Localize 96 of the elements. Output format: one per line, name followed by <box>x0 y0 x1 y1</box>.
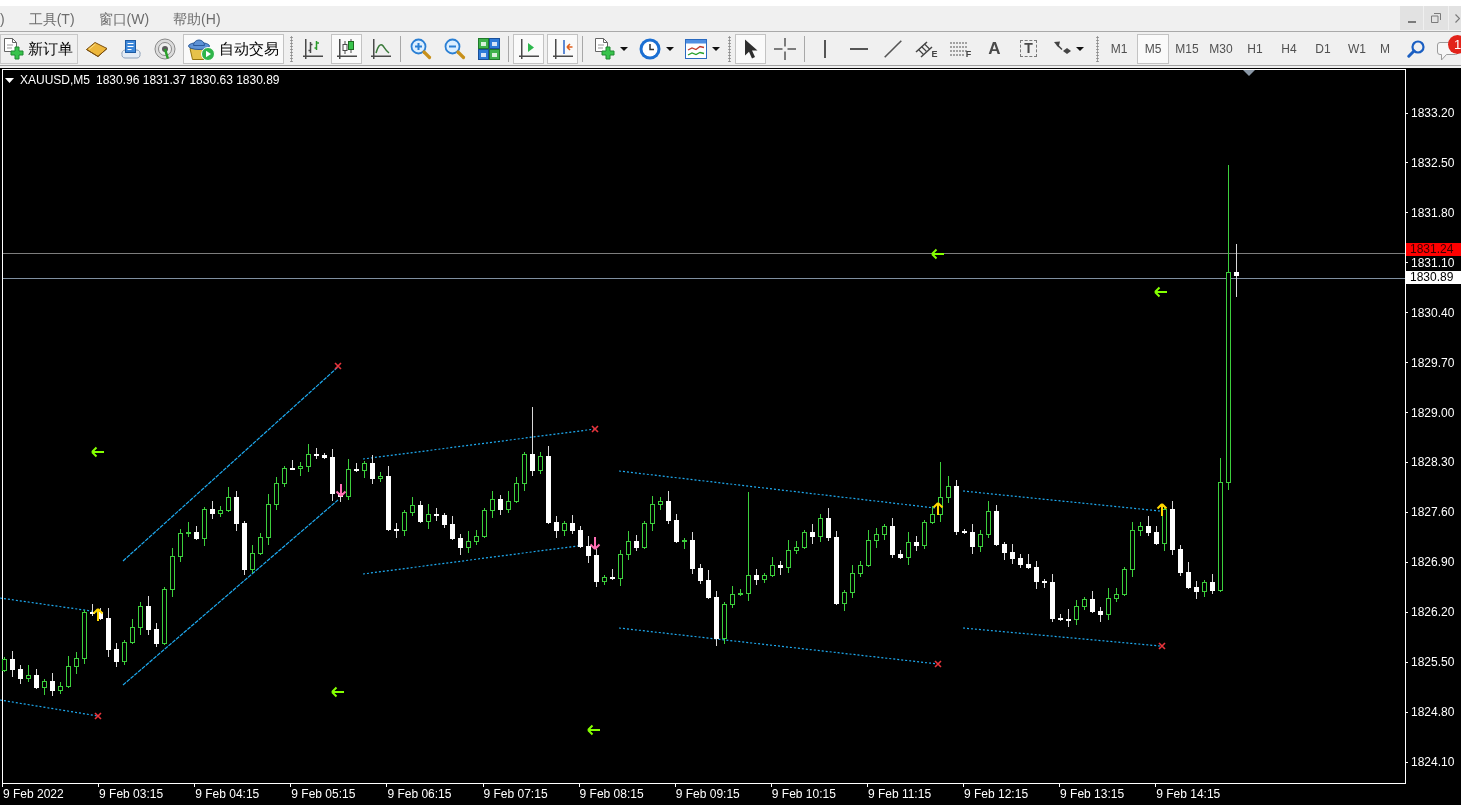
time-axis-label: 9 Feb 09:15 <box>674 783 740 801</box>
left-arrow-icon <box>91 446 105 458</box>
timeframe-button[interactable]: M15 <box>1171 33 1203 64</box>
close-button[interactable] <box>1449 6 1461 30</box>
caret-icon <box>620 46 628 51</box>
time-axis-label: 9 Feb 08:15 <box>578 783 644 801</box>
zoom-out-icon <box>443 37 466 60</box>
left-arrow-icon <box>331 686 345 698</box>
price-quotes: 1830.96 1831.37 1830.63 1830.89 <box>96 73 280 87</box>
timeframe-button[interactable]: H4 <box>1273 33 1305 64</box>
triangle-icon[interactable] <box>5 77 14 83</box>
minimize-button[interactable] <box>1400 6 1423 30</box>
axes-arrow-icon <box>551 37 574 60</box>
cursor-button[interactable] <box>735 33 766 64</box>
axes-triangle-icon <box>517 37 540 60</box>
radar-icon <box>153 37 176 60</box>
horizontal-line-icon <box>849 47 868 50</box>
timeframe-button[interactable]: M1 <box>1103 33 1135 64</box>
down-arrow-icon <box>589 536 601 550</box>
new-order-button[interactable]: 新订单 <box>0 33 78 64</box>
messages-button[interactable]: 1 <box>1434 33 1461 64</box>
price-level-tag: 1831.24 <box>1406 243 1461 256</box>
autotrading-button[interactable]: 自动交易 <box>183 33 284 64</box>
caret-icon <box>666 46 674 51</box>
toolbar-grip[interactable] <box>728 35 731 62</box>
cross-marker-icon <box>934 660 942 668</box>
ingot-icon <box>84 39 109 58</box>
menu-item[interactable]: ) <box>0 9 5 28</box>
cross-marker-icon <box>334 362 342 370</box>
chart-window-icon <box>685 38 707 59</box>
menu-item[interactable]: 窗口(W) <box>98 9 150 28</box>
up-arrow-icon <box>932 502 944 516</box>
timeframe-button[interactable]: H1 <box>1239 33 1271 64</box>
cross-marker-icon <box>591 425 599 433</box>
time-axis-label: 9 Feb 12:15 <box>963 783 1029 801</box>
timeframe-button[interactable]: M <box>1375 33 1397 64</box>
down-arrow-icon <box>335 483 347 497</box>
time-axis-label: 9 Feb 03:15 <box>98 783 164 801</box>
up-arrow-icon <box>1156 503 1168 517</box>
notification-badge: 1 <box>1448 34 1461 54</box>
vertical-line-icon <box>823 39 826 58</box>
dotted-lines-icon <box>949 41 968 56</box>
restore-button[interactable] <box>1424 6 1448 30</box>
caret-icon <box>1076 46 1084 51</box>
timeframe-button[interactable]: M5 <box>1137 33 1169 64</box>
close-icon <box>1455 13 1460 23</box>
left-arrow-icon <box>931 248 945 260</box>
arrows-icon <box>1053 40 1071 57</box>
time-axis-label: 9 Feb 07:15 <box>482 783 548 801</box>
cross-marker-icon <box>1158 642 1166 650</box>
time-axis-label: 9 Feb 05:15 <box>290 783 356 801</box>
restore-icon <box>1431 13 1441 23</box>
line-chart-icon <box>369 37 392 60</box>
text-button[interactable]: A <box>979 33 1010 64</box>
tile-windows-icon <box>477 37 500 60</box>
text-label-button[interactable]: T <box>1013 33 1044 64</box>
document-plus-icon <box>593 37 615 60</box>
chart-symbol: XAUUSD,M5 <box>20 73 90 87</box>
time-axis-label: 9 Feb 14:15 <box>1155 783 1221 801</box>
hatched-lines-icon <box>915 39 934 58</box>
time-axis-label: 9 Feb 04:15 <box>194 783 260 801</box>
up-arrow-icon <box>92 608 104 622</box>
cursor-icon <box>743 38 758 59</box>
left-arrow-icon <box>587 724 601 736</box>
timeframe-button[interactable]: W1 <box>1341 33 1373 64</box>
cross-marker-icon <box>94 712 102 720</box>
menu-item[interactable]: 帮助(H) <box>173 9 221 28</box>
search-icon <box>1407 39 1425 58</box>
candlestick-icon <box>335 37 358 60</box>
timeframe-button[interactable]: M30 <box>1205 33 1237 64</box>
auto-scroll-button[interactable] <box>547 33 578 64</box>
crosshair-icon <box>773 37 796 60</box>
time-axis-label: 9 Feb 2022 <box>2 783 64 801</box>
time-axis-label: 9 Feb 13:15 <box>1059 783 1125 801</box>
caret-icon <box>712 46 720 51</box>
hat-play-icon <box>187 36 215 61</box>
minimize-icon <box>1407 21 1416 23</box>
timeframe-button[interactable]: D1 <box>1307 33 1339 64</box>
diagonal-line-icon <box>883 39 902 58</box>
bid-price-tag: 1830.89 <box>1406 271 1461 284</box>
zoom-in-icon <box>409 37 432 60</box>
bar-chart-icon <box>301 37 324 60</box>
channel-button[interactable]: E <box>911 33 942 64</box>
time-axis-label: 9 Feb 06:15 <box>386 783 452 801</box>
chart-shift-button[interactable] <box>513 33 544 64</box>
menu-item[interactable]: 工具(T) <box>28 9 75 28</box>
left-arrow-icon <box>1154 286 1168 298</box>
triangle-marker-icon <box>1243 70 1255 76</box>
toolbar-grip[interactable] <box>290 35 293 62</box>
toolbar-grip[interactable] <box>1096 35 1099 62</box>
fibonacci-button[interactable]: F <box>945 33 976 64</box>
document-cloud-icon <box>119 38 142 59</box>
time-axis-label: 9 Feb 10:15 <box>770 783 836 801</box>
clock-icon <box>639 37 661 60</box>
candlestick-chart-button[interactable] <box>331 33 362 64</box>
time-axis-label: 9 Feb 11:15 <box>866 783 932 801</box>
